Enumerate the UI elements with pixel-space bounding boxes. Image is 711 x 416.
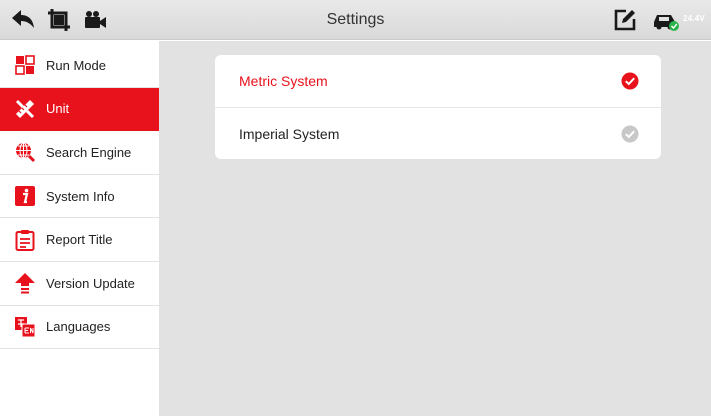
system-info-icon (15, 186, 35, 207)
sidebar-item-version-update[interactable]: Version Update (0, 261, 159, 306)
option-label: Metric System (239, 73, 328, 89)
vehicle-icon[interactable] (651, 10, 681, 32)
checked-icon (621, 72, 639, 90)
record-icon[interactable] (82, 7, 108, 33)
run-mode-icon (15, 55, 35, 76)
sidebar-item-label: Report Title (46, 232, 113, 248)
screenshot-icon[interactable] (46, 7, 72, 33)
version-update-icon (15, 273, 35, 294)
sidebar-item-languages[interactable]: Languages (0, 305, 159, 350)
sidebar-item-label: Search Engine (46, 144, 132, 160)
sidebar-item-report-title[interactable]: Report Title (0, 218, 159, 262)
sidebar-item-label: Languages (46, 319, 111, 335)
edit-icon[interactable] (613, 8, 637, 32)
settings-sidebar: Run Mode Unit Search Engine System Info (0, 44, 159, 416)
sidebar-item-search-engine[interactable]: Search Engine (0, 131, 159, 175)
sidebar-item-label: Unit (46, 101, 70, 117)
sidebar-item-label: Version Update (46, 275, 135, 291)
report-title-icon (15, 229, 35, 251)
option-label: Imperial System (239, 125, 340, 142)
sidebar-item-label: Run Mode (46, 57, 106, 73)
search-engine-icon (16, 142, 36, 163)
unchecked-icon (621, 125, 639, 142)
sidebar-item-system-info[interactable]: System Info (0, 174, 159, 219)
languages-icon (15, 316, 36, 338)
sidebar-item-label: System Info (46, 188, 115, 204)
battery-voltage: 24.4V (683, 14, 705, 23)
unit-icon (15, 99, 35, 118)
option-imperial-system[interactable]: Imperial System (215, 107, 661, 159)
back-icon[interactable] (10, 7, 36, 33)
sidebar-item-unit[interactable]: Unit (0, 87, 159, 132)
top-bar: Settings 24.4V (0, 0, 711, 40)
unit-options-card: Metric System Imperial System (215, 55, 661, 159)
sidebar-item-run-mode[interactable]: Run Mode (0, 44, 159, 88)
option-metric-system[interactable]: Metric System (215, 55, 661, 107)
unit-settings-panel: Metric System Imperial System (159, 41, 711, 416)
